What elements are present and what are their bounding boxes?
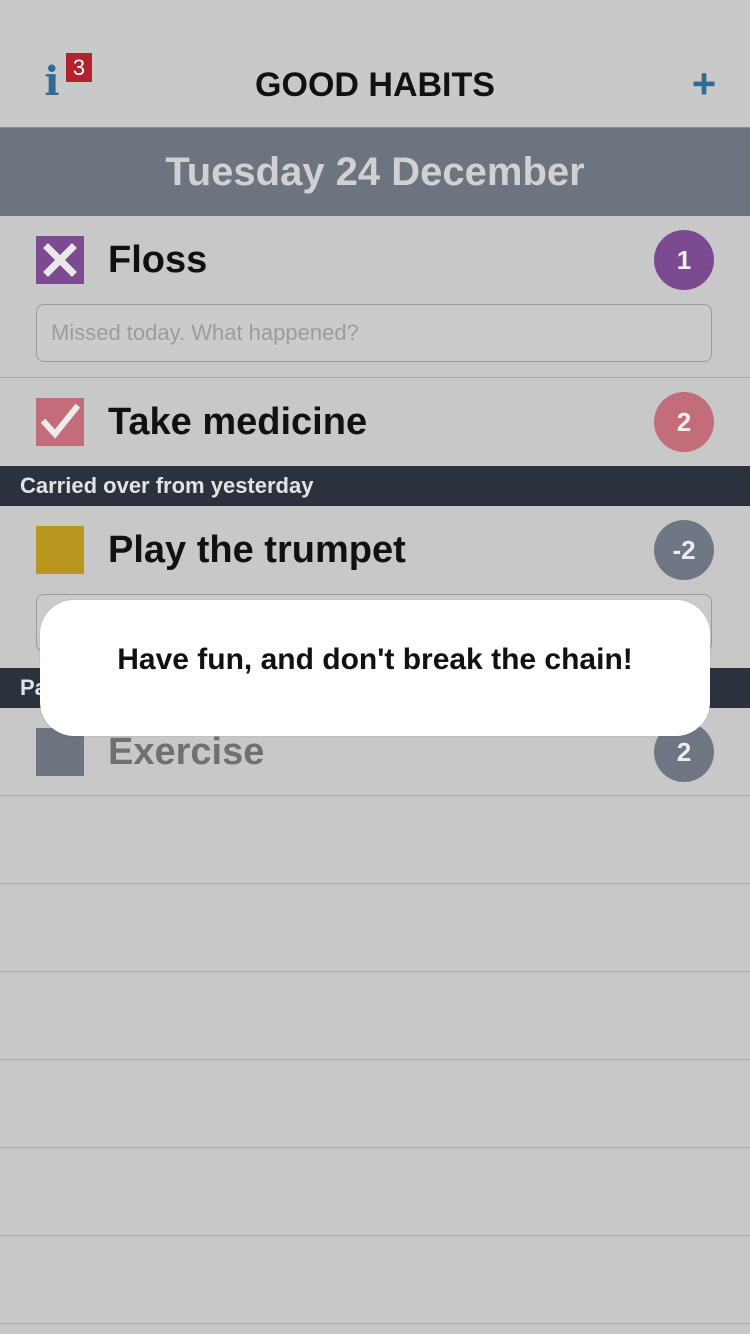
x-mark-icon [43,243,77,277]
missed-note-input[interactable]: Missed today. What happened? [36,304,712,362]
habit-name[interactable]: Floss [108,237,207,283]
notification-badge: 3 [66,53,92,82]
row-divider [0,795,750,796]
streak-count-badge: 1 [654,230,714,290]
empty-row-divider [0,1059,750,1060]
streak-count-badge: -2 [654,520,714,580]
empty-row-divider [0,971,750,972]
info-icon[interactable]: i [40,60,64,104]
row-divider [0,377,750,378]
habit-name[interactable]: Play the trumpet [108,527,406,573]
empty-row-divider [0,883,750,884]
toast-message: Have fun, and don't break the chain! [117,643,633,676]
app-title: GOOD HABITS [255,66,495,104]
missed-checkbox-icon[interactable] [36,236,84,284]
add-habit-button[interactable]: + [684,62,724,106]
done-checkbox-icon[interactable] [36,398,84,446]
empty-row-divider [0,1235,750,1236]
section-title: Carried over from yesterday [20,473,314,498]
pending-checkbox-icon[interactable] [36,526,84,574]
date-label: Tuesday 24 December [165,150,585,194]
checkmark-icon [40,403,81,439]
empty-row-divider [0,1323,750,1324]
streak-count-badge: 2 [654,392,714,452]
habit-name[interactable]: Take medicine [108,399,367,445]
empty-row-divider [0,1147,750,1148]
